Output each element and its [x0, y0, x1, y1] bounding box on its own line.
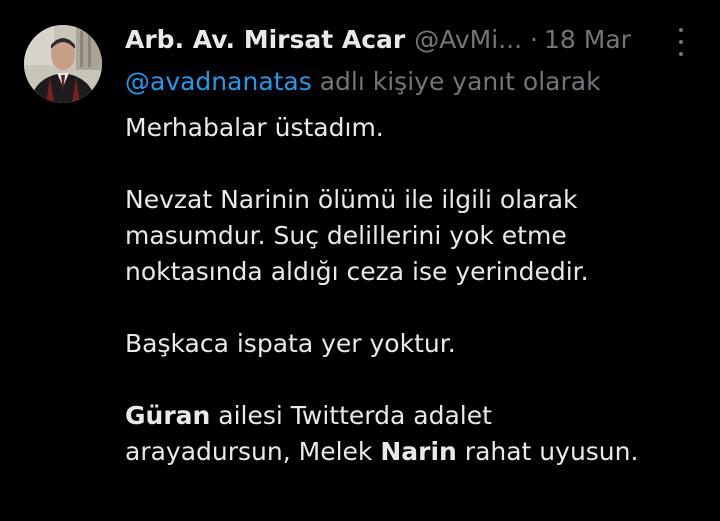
bold-name-guran: Güran [125, 401, 211, 430]
bold-name-narin: Narin [380, 437, 457, 466]
display-name[interactable]: Arb. Av. Mirsat Acar [125, 22, 405, 58]
tweet-line: masumdur. Suç delillerini yok etme [125, 221, 567, 250]
reply-context-label: adlı kişiye yanıt olarak [311, 67, 601, 96]
tweet-paragraph-3: Başkaca ispata yer yoktur. [125, 329, 456, 358]
tweet-date[interactable]: 18 Mar [544, 22, 631, 58]
tweet-paragraph-4: Güran ailesi Twitterda adalet arayadursu… [125, 398, 705, 470]
tweet-body: Merhabalar üstadım. Nevzat Narinin ölümü… [125, 110, 705, 470]
tweet-line: Nevzat Narinin ölümü ile ilgili olarak [125, 185, 578, 214]
avatar-photo [24, 25, 102, 103]
reply-mention-link[interactable]: @avadnanatas [125, 67, 312, 96]
separator-dot: · [530, 25, 538, 54]
tweet[interactable]: Arb. Av. Mirsat Acar @AvMi... · 18 Mar @… [0, 0, 720, 521]
tweet-text: arayadursun, Melek [125, 437, 381, 466]
avatar[interactable] [24, 25, 102, 103]
tweet-paragraph-2: Nevzat Narinin ölümü ile ilgili olarak m… [125, 182, 705, 290]
tweet-header: Arb. Av. Mirsat Acar @AvMi... · 18 Mar [125, 22, 705, 58]
tweet-line: noktasında aldığı ceza ise yerindedir. [125, 257, 589, 286]
tweet-text: rahat uyusun. [456, 437, 639, 466]
reply-context: @avadnanatas adlı kişiye yanıt olarak [125, 64, 601, 100]
tweet-paragraph-1: Merhabalar üstadım. [125, 113, 384, 142]
user-handle[interactable]: @AvMi... [414, 22, 522, 58]
more-vertical-icon[interactable] [670, 28, 692, 56]
tweet-text: ailesi Twitterda adalet [210, 401, 492, 430]
